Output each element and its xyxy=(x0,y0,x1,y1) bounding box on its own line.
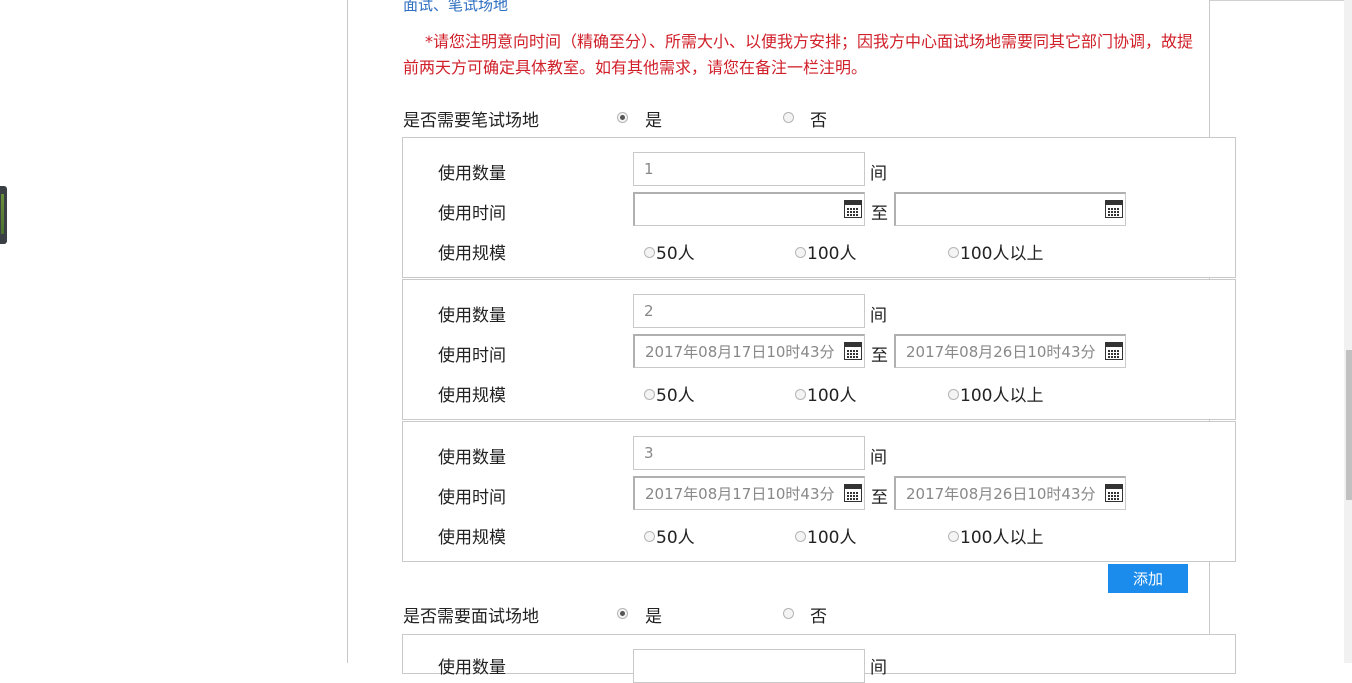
scale-option-100-plus[interactable]: 100人以上 xyxy=(948,381,1043,406)
interview-yes-radio[interactable] xyxy=(617,608,628,619)
scale-radio[interactable] xyxy=(644,389,655,400)
section-title: 面试、笔试场地 xyxy=(403,0,509,14)
scale-option-label: 100人以上 xyxy=(960,244,1044,264)
scrollbar-thumb[interactable] xyxy=(1346,350,1352,500)
end-time-input[interactable] xyxy=(894,192,1126,226)
content-left-border xyxy=(347,0,348,663)
written-yes-label: 是 xyxy=(645,111,662,131)
written-no-label: 否 xyxy=(810,111,827,131)
interview-yes-label: 是 xyxy=(645,607,662,627)
scale-option-label: 100人 xyxy=(807,386,857,406)
interview-no-label: 否 xyxy=(810,607,827,627)
time-label: 使用时间 xyxy=(438,346,506,366)
written-no-radio[interactable] xyxy=(783,112,794,123)
start-time-input[interactable]: 2017年08月17日10时43分 xyxy=(633,334,865,368)
interview-venue-question: 是否需要面试场地 xyxy=(403,607,539,627)
add-button[interactable]: 添加 xyxy=(1108,564,1188,593)
quantity-label: 使用数量 xyxy=(438,658,506,678)
quantity-label: 使用数量 xyxy=(438,448,506,468)
quantity-input[interactable]: 2 xyxy=(633,294,865,328)
scale-option-50[interactable]: 50人 xyxy=(644,239,695,264)
scale-option-100-plus[interactable]: 100人以上 xyxy=(948,239,1043,264)
scale-label: 使用规模 xyxy=(438,244,506,264)
interview-venue-group: 使用数量 间 xyxy=(402,634,1236,683)
written-yes-radio[interactable] xyxy=(617,112,628,123)
scale-option-label: 100人 xyxy=(807,244,857,264)
scale-option-label: 100人以上 xyxy=(960,528,1044,548)
written-venue-question: 是否需要笔试场地 xyxy=(403,111,539,131)
to-label: 至 xyxy=(871,488,888,508)
notice-text: *请您注明意向时间（精确至分）、所需大小、以便我方安排；因我方中心面试场地需要同… xyxy=(403,32,1194,77)
calendar-icon[interactable] xyxy=(1105,200,1123,218)
scale-option-label: 100人以上 xyxy=(960,386,1044,406)
quantity-input[interactable] xyxy=(633,649,865,683)
scale-option-100[interactable]: 100人 xyxy=(795,523,856,548)
quantity-input[interactable]: 3 xyxy=(633,436,865,470)
room-unit-label: 间 xyxy=(870,658,887,678)
calendar-icon[interactable] xyxy=(844,200,862,218)
header-divider xyxy=(1210,0,1352,1)
calendar-icon[interactable] xyxy=(1105,342,1123,360)
calendar-icon[interactable] xyxy=(1105,484,1123,502)
room-unit-label: 间 xyxy=(870,164,887,184)
scale-option-100[interactable]: 100人 xyxy=(795,239,856,264)
scale-option-label: 100人 xyxy=(807,528,857,548)
start-time-input[interactable]: 2017年08月17日10时43分 xyxy=(633,476,865,510)
room-unit-label: 间 xyxy=(870,448,887,468)
scale-option-label: 50人 xyxy=(656,244,695,264)
scale-option-50[interactable]: 50人 xyxy=(644,523,695,548)
time-label: 使用时间 xyxy=(438,488,506,508)
scale-radio[interactable] xyxy=(795,247,806,258)
scale-label: 使用规模 xyxy=(438,528,506,548)
venue-group: 使用数量 3 间使用时间 2017年08月17日10时43分至 2017年08月26日1… xyxy=(402,421,1236,562)
scale-option-label: 50人 xyxy=(656,528,695,548)
to-label: 至 xyxy=(871,346,888,366)
scale-radio[interactable] xyxy=(948,389,959,400)
scale-label: 使用规模 xyxy=(438,386,506,406)
scale-option-100[interactable]: 100人 xyxy=(795,381,856,406)
scale-radio[interactable] xyxy=(644,531,655,542)
scale-radio[interactable] xyxy=(644,247,655,258)
venue-group: 使用数量 2 间使用时间 2017年08月17日10时43分至 2017年08月26日1… xyxy=(402,279,1236,420)
scale-radio[interactable] xyxy=(948,247,959,258)
calendar-icon[interactable] xyxy=(844,342,862,360)
to-label: 至 xyxy=(871,204,888,224)
quantity-input[interactable]: 1 xyxy=(633,152,865,186)
room-unit-label: 间 xyxy=(870,306,887,326)
quantity-label: 使用数量 xyxy=(438,306,506,326)
scale-radio[interactable] xyxy=(795,531,806,542)
quantity-label: 使用数量 xyxy=(438,164,506,184)
scale-option-100-plus[interactable]: 100人以上 xyxy=(948,523,1043,548)
scale-option-label: 50人 xyxy=(656,386,695,406)
end-time-input[interactable]: 2017年08月26日10时43分 xyxy=(894,334,1126,368)
scale-radio[interactable] xyxy=(795,389,806,400)
end-time-input[interactable]: 2017年08月26日10时43分 xyxy=(894,476,1126,510)
scale-option-50[interactable]: 50人 xyxy=(644,381,695,406)
start-time-input[interactable] xyxy=(633,192,865,226)
side-panel-handle[interactable] xyxy=(0,186,7,244)
venue-group: 使用数量 1 间使用时间 至使用规模 50人 100人 100人以上 xyxy=(402,137,1236,278)
calendar-icon[interactable] xyxy=(844,484,862,502)
time-label: 使用时间 xyxy=(438,204,506,224)
scale-radio[interactable] xyxy=(948,531,959,542)
interview-no-radio[interactable] xyxy=(783,608,794,619)
scrollbar-track[interactable] xyxy=(1344,0,1352,663)
